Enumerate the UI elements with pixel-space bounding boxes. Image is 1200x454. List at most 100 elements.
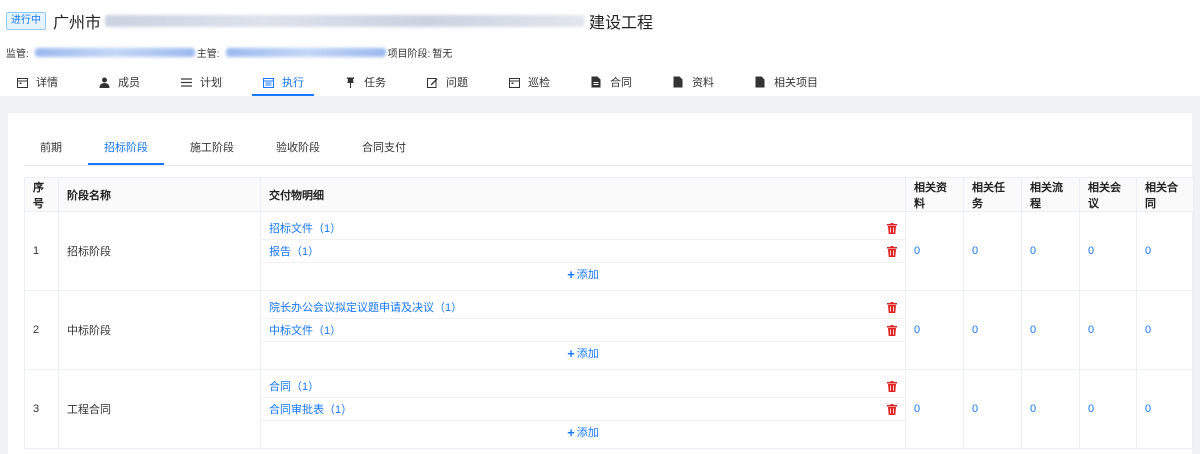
tab-execution[interactable]: 执行 [252,68,314,96]
related-meetings-count[interactable]: 0 [1079,290,1137,370]
redacted-supervisors [34,47,195,57]
deliverable-link[interactable]: 中标文件（1） [269,322,341,338]
table-row: 2 中标阶段 院长办公会议拟定议题申请及决议（1） 中标文件（1） + 添加 0 … [24,290,1194,370]
related-flows-count[interactable]: 0 [1021,369,1080,449]
related-contracts-count[interactable]: 0 [1136,369,1194,449]
stage-name: 招标阶段 [58,211,261,291]
calendar-icon [508,76,520,88]
tab-tasks[interactable]: 任务 [334,68,396,96]
deliverable-link[interactable]: 合同审批表（1） [269,401,352,417]
col-header: 序号 [24,177,59,212]
col-header: 阶段名称 [58,177,261,212]
subtab-construction[interactable]: 施工阶段 [174,136,250,165]
related-tasks-count[interactable]: 0 [963,369,1022,449]
execution-panel: 前期 招标阶段 施工阶段 验收阶段 合同支付 序号 阶段名称 交付物明细 相关资… [8,113,1194,454]
status-badge: 进行中 [6,12,46,30]
file-icon [754,76,766,88]
related-flows-count[interactable]: 0 [1021,211,1080,291]
related-docs-count[interactable]: 0 [905,211,964,291]
stage-name: 中标阶段 [58,290,261,370]
tab-documents[interactable]: 资料 [662,68,724,96]
add-deliverable-button[interactable]: + 添加 [261,342,905,364]
deliverable-item: 报告（1） [261,240,905,263]
tab-related-projects[interactable]: 相关项目 [744,68,828,96]
page-margin-left [0,96,8,454]
page-title: 广州市 建设工程 [53,9,653,33]
deliverable-item: 合同审批表（1） [261,398,905,421]
subtab-acceptance[interactable]: 验收阶段 [260,136,336,165]
tab-label: 相关项目 [774,77,818,89]
stage-table: 序号 阶段名称 交付物明细 相关资料 相关任务 相关流程 相关会议 相关合同 1… [24,177,1194,449]
trash-icon[interactable] [887,324,897,336]
deliverable-link[interactable]: 报告（1） [269,243,319,259]
trash-icon[interactable] [887,245,897,257]
related-tasks-count[interactable]: 0 [963,290,1022,370]
deliverable-item: 院长办公会议拟定议题申请及决议（1） [261,296,905,319]
project-header: 进行中 广州市 建设工程 监管: 主管: 项目阶段: 暂无 详情 成员 计划 执… [0,0,1200,96]
deliverable-link[interactable]: 院长办公会议拟定议题申请及决议（1） [269,299,462,315]
list-icon [180,76,192,88]
tab-inspection[interactable]: 巡检 [498,68,560,96]
tab-issues[interactable]: 问题 [416,68,478,96]
trash-icon[interactable] [887,301,897,313]
deliverable-item: 合同（1） [261,375,905,398]
deliverable-item: 招标文件（1） [261,217,905,240]
add-deliverable-button[interactable]: + 添加 [261,421,905,443]
title-row: 进行中 广州市 建设工程 [6,10,653,32]
tab-label: 执行 [282,77,304,89]
table-row: 1 招标阶段 招标文件（1） 报告（1） + 添加 0 0 0 0 0 [24,211,1194,291]
row-index: 3 [24,369,59,449]
add-deliverable-button[interactable]: + 添加 [261,263,905,285]
add-label: 添加 [576,269,599,281]
col-header: 相关流程 [1021,177,1080,212]
tab-label: 资料 [692,77,714,89]
tab-contract[interactable]: 合同 [580,68,642,96]
tab-members[interactable]: 成员 [88,68,150,96]
related-docs-count[interactable]: 0 [905,369,964,449]
col-header: 相关资料 [905,177,964,212]
related-tasks-count[interactable]: 0 [963,211,1022,291]
tab-label: 问题 [446,77,468,89]
subtab-contract-payment[interactable]: 合同支付 [346,136,422,165]
plus-icon: + [567,345,575,361]
col-header: 相关合同 [1136,177,1194,212]
col-header: 相关会议 [1079,177,1137,212]
top-tabs: 详情 成员 计划 执行 任务 问题 巡检 合同 资料 相关项目 [0,68,1200,96]
related-meetings-count[interactable]: 0 [1079,369,1137,449]
add-label: 添加 [576,427,599,439]
add-label: 添加 [576,348,599,360]
subtab-bidding[interactable]: 招标阶段 [88,136,164,165]
calendar-icon [262,76,274,88]
tab-label: 详情 [36,77,58,89]
subtab-preliminary[interactable]: 前期 [24,136,78,165]
supervise-label: 监管: [6,48,29,60]
deliverable-link[interactable]: 合同（1） [269,378,319,394]
related-contracts-count[interactable]: 0 [1136,211,1194,291]
file-icon [672,76,684,88]
tab-label: 巡检 [528,77,550,89]
edit-icon [426,76,438,88]
related-contracts-count[interactable]: 0 [1136,290,1194,370]
deliverable-link[interactable]: 招标文件（1） [269,220,341,236]
manager-label: 主管: [196,48,220,60]
tab-details[interactable]: 详情 [0,68,68,96]
related-docs-count[interactable]: 0 [905,290,964,370]
stage-tabs: 前期 招标阶段 施工阶段 验收阶段 合同支付 [24,136,1192,166]
tab-label: 任务 [364,77,386,89]
row-index: 1 [24,211,59,291]
deliverables-cell: 院长办公会议拟定议题申请及决议（1） 中标文件（1） + 添加 [260,290,906,370]
phase-label: 项目阶段: [387,48,431,60]
title-prefix: 广州市 [53,15,102,32]
file-icon [590,76,602,88]
trash-icon[interactable] [887,380,897,392]
tab-plan[interactable]: 计划 [170,68,232,96]
trash-icon[interactable] [887,222,897,234]
related-flows-count[interactable]: 0 [1021,290,1080,370]
trash-icon[interactable] [887,403,897,415]
section-divider [0,96,1200,113]
plus-icon: + [567,424,575,440]
redacted-managers [225,47,386,57]
related-meetings-count[interactable]: 0 [1079,211,1137,291]
calendar-icon [16,76,28,88]
title-suffix: 建设工程 [589,15,654,32]
